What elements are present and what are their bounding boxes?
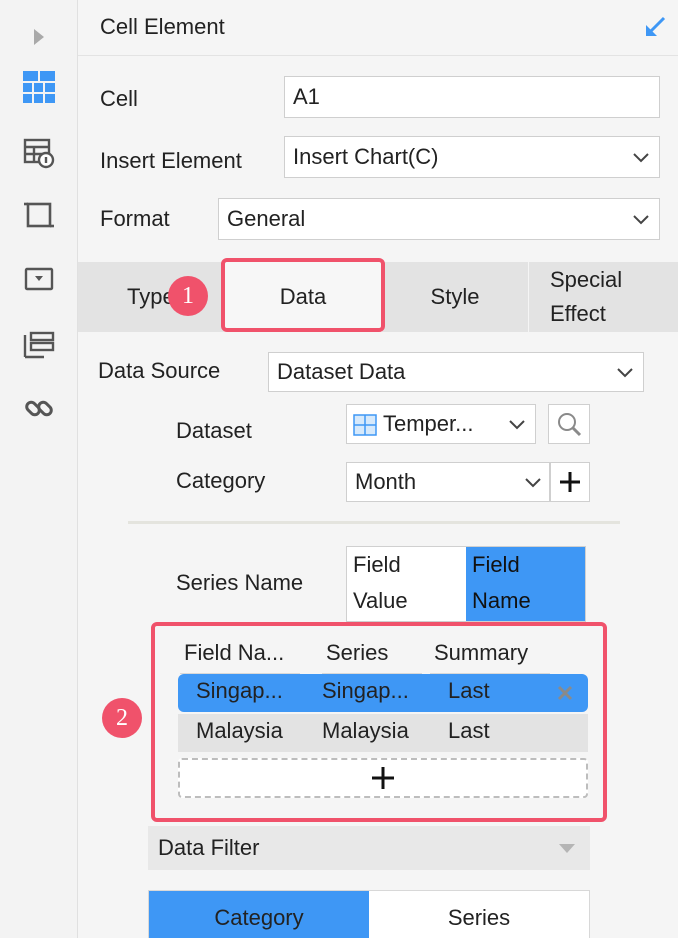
tab-special-line1: Special	[550, 267, 623, 292]
cell-element-panel: Cell Element Cell A1 Insert Element Inse…	[78, 0, 678, 938]
insert-element-select[interactable]: Insert Chart(C)	[284, 136, 660, 178]
collapse-triangle-icon	[559, 844, 575, 853]
tab-special-line2: Effect	[550, 301, 606, 326]
hyperlink-icon[interactable]	[20, 390, 58, 428]
dataset-table-icon	[353, 414, 377, 436]
expand-arrow-icon[interactable]	[20, 18, 58, 56]
template-settings-icon[interactable]	[20, 326, 58, 364]
category-label: Category	[176, 468, 266, 493]
data-tab-highlight	[221, 258, 385, 332]
format-value: General	[227, 206, 306, 231]
data-source-select[interactable]: Dataset Data	[268, 352, 644, 392]
panel-header: Cell Element	[78, 0, 678, 56]
chevron-down-icon	[617, 368, 633, 378]
dataset-label: Dataset	[176, 418, 252, 443]
chevron-down-icon	[509, 420, 525, 430]
tab-special-effect[interactable]: Special Effect	[529, 262, 678, 332]
option-line: Name	[472, 588, 531, 613]
filter-tab-series[interactable]: Series	[369, 891, 589, 938]
data-filter-label: Data Filter	[158, 835, 260, 860]
panel-title: Cell Element	[100, 14, 225, 39]
dataset-select[interactable]: Temper...	[346, 404, 536, 444]
series-name-option-field-value[interactable]: Field Value	[347, 547, 466, 621]
collapse-arrow-icon[interactable]	[644, 14, 668, 44]
search-icon	[558, 413, 582, 437]
section-divider	[128, 521, 620, 524]
data-source-label: Data Source	[98, 358, 221, 383]
chevron-down-icon	[633, 215, 649, 225]
series-name-label: Series Name	[176, 570, 304, 595]
chevron-down-icon	[633, 153, 649, 163]
insert-element-value: Insert Chart(C)	[293, 144, 439, 169]
tab-style[interactable]: Style	[382, 262, 528, 332]
cell-element-icon[interactable]	[20, 68, 58, 106]
category-value: Month	[355, 469, 417, 494]
series-name-option-field-name[interactable]: Field Name	[466, 547, 585, 621]
plus-icon	[560, 472, 580, 492]
category-select[interactable]: Month	[346, 462, 550, 502]
option-line: Field	[353, 552, 401, 577]
add-category-button[interactable]	[550, 462, 590, 502]
data-filter-header[interactable]: Data Filter	[148, 826, 590, 870]
widget-settings-icon[interactable]	[20, 260, 58, 298]
cell-attribute-icon[interactable]	[20, 134, 58, 172]
format-select[interactable]: General	[218, 198, 660, 240]
series-name-toggle: Field Value Field Name	[346, 546, 586, 622]
data-source-value: Dataset Data	[277, 359, 406, 384]
float-element-icon[interactable]	[20, 196, 58, 234]
filter-tab-bar: Category Series	[148, 890, 590, 938]
step-badge-1: 1	[168, 276, 208, 316]
insert-element-label: Insert Element	[100, 148, 242, 173]
series-table-highlight	[151, 622, 607, 822]
option-line: Value	[353, 588, 408, 613]
left-toolbar	[0, 0, 78, 938]
dataset-preview-button[interactable]	[548, 404, 590, 444]
format-label: Format	[100, 206, 170, 231]
cell-input[interactable]: A1	[284, 76, 660, 118]
step-badge-2: 2	[102, 698, 142, 738]
chevron-down-icon	[525, 478, 541, 488]
dataset-value: Temper...	[383, 411, 474, 436]
option-line: Field	[472, 552, 520, 577]
cell-label: Cell	[100, 86, 138, 111]
filter-tab-category[interactable]: Category	[149, 891, 369, 938]
